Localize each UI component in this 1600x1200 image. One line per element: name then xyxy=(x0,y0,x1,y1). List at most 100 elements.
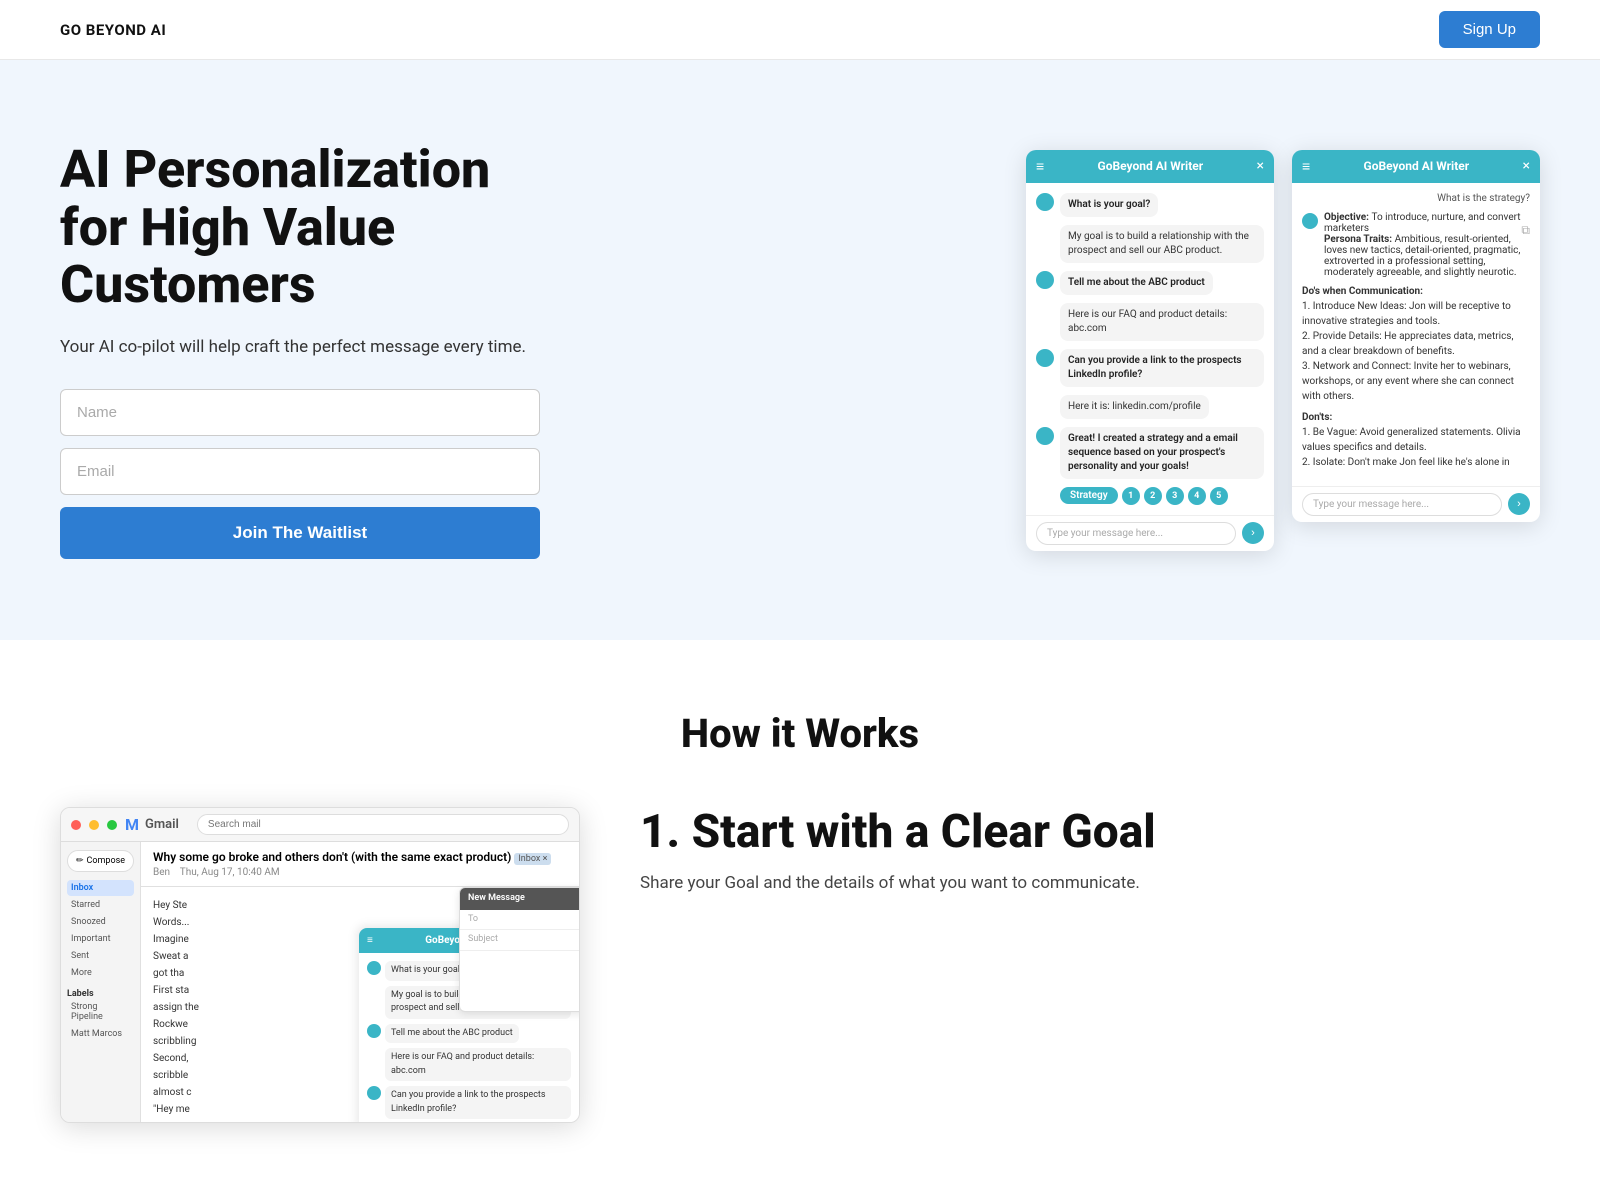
gmail-nav-sent[interactable]: Sent xyxy=(67,948,134,964)
chat-avatar-2 xyxy=(1036,271,1054,289)
chat2-obj-icon xyxy=(1302,213,1318,229)
chat-answer-2: Here is our FAQ and product details: abc… xyxy=(1060,303,1264,341)
gmail-labels-header: Labels xyxy=(67,989,134,999)
new-msg-body[interactable] xyxy=(460,951,579,1011)
chat-header-2: ≡ GoBeyond AI Writer × xyxy=(1292,150,1540,183)
close-icon-1[interactable]: × xyxy=(1257,158,1264,174)
gmail-main: Why some go broke and others don't (with… xyxy=(141,842,579,1122)
gmail-nav-snoozed[interactable]: Snoozed xyxy=(67,914,134,930)
email-input[interactable] xyxy=(60,448,540,495)
chat-bubble-q3: Can you provide a link to the prospects … xyxy=(1060,349,1264,387)
gmail-label-2[interactable]: Matt Marcos xyxy=(67,1026,134,1042)
gmail-nav-more[interactable]: More xyxy=(67,965,134,981)
hero-subtitle: Your AI co-pilot will help craft the per… xyxy=(60,335,540,361)
name-input[interactable] xyxy=(60,389,540,436)
close-icon-2[interactable]: × xyxy=(1523,158,1530,174)
new-msg-subject[interactable]: Subject xyxy=(460,930,579,951)
chat2-objective-row: Objective: To introduce, nurture, and co… xyxy=(1302,212,1530,278)
email-num-1[interactable]: 1 xyxy=(1122,487,1140,505)
chat-send-btn-2[interactable]: › xyxy=(1508,493,1530,515)
email-num-2[interactable]: 2 xyxy=(1144,487,1162,505)
gmail-email-header: Why some go broke and others don't (with… xyxy=(141,842,579,887)
overlay-bubble-3: Tell me about the ABC product xyxy=(385,1024,519,1044)
gmail-compose-btn[interactable]: ✏ Compose xyxy=(67,850,134,872)
hero-left: AI Personalization for High Value Custom… xyxy=(60,141,540,558)
chat-answer-1: My goal is to build a relationship with … xyxy=(1060,225,1264,263)
chat2-donts-section: Don'ts: 1. Be Vague: Avoid generalized s… xyxy=(1302,410,1530,470)
hero-section: AI Personalization for High Value Custom… xyxy=(0,60,1600,640)
hero-form: Join The Waitlist xyxy=(60,389,540,559)
how-screenshot: M Gmail ✏ Compose Inbox Starred Snoozed … xyxy=(60,807,580,1123)
chat-avatar-1 xyxy=(1036,193,1054,211)
gmail-label: Gmail xyxy=(145,817,179,832)
chat-msg-a3: Here it is: linkedin.com/profile xyxy=(1036,395,1264,419)
chat2-dos-section: Do's when Communication: 1. Introduce Ne… xyxy=(1302,284,1530,404)
chat-footer-2: Type your message here... › xyxy=(1292,486,1540,522)
chat-title-2: GoBeyond AI Writer xyxy=(1310,159,1522,173)
new-message-panel: New Message To Subject xyxy=(459,887,579,1012)
gmail-nav-inbox[interactable]: Inbox xyxy=(67,880,134,896)
hamburger-icon-2: ≡ xyxy=(1302,158,1310,175)
signup-button[interactable]: Sign Up xyxy=(1439,11,1540,48)
overlay-avatar-2 xyxy=(367,1024,381,1038)
window-max-dot xyxy=(107,820,117,830)
strategy-row: Strategy 1 2 3 4 5 xyxy=(1060,487,1264,505)
hero-right: ≡ GoBeyond AI Writer × What is your goal… xyxy=(600,150,1540,551)
gmail-m-icon: M xyxy=(125,815,139,834)
chat2-header-text: What is the strategy? xyxy=(1302,193,1530,204)
hamburger-icon: ≡ xyxy=(1036,158,1044,175)
gmail-email-meta: Ben Thu, Aug 17, 10:40 AM xyxy=(153,867,567,878)
chat-window-2: ≡ GoBeyond AI Writer × What is the strat… xyxy=(1292,150,1540,522)
chat-window-1: ≡ GoBeyond AI Writer × What is your goal… xyxy=(1026,150,1274,551)
overlay-hamburger-icon: ≡ xyxy=(367,933,373,948)
overlay-msg-3: Tell me about the ABC product xyxy=(367,1024,571,1044)
gmail-email-subject: Why some go broke and others don't (with… xyxy=(153,850,567,864)
gmail-inner: ✏ Compose Inbox Starred Snoozed Importan… xyxy=(61,842,579,1122)
chat-avatar-4 xyxy=(1036,427,1054,445)
window-close-dot xyxy=(71,820,81,830)
window-min-dot xyxy=(89,820,99,830)
strategy-badge[interactable]: Strategy xyxy=(1060,487,1118,504)
gmail-label-1[interactable]: Strong Pipeline xyxy=(67,999,134,1025)
email-num-4[interactable]: 4 xyxy=(1188,487,1206,505)
overlay-bubble-5: Can you provide a link to the prospects … xyxy=(385,1086,571,1119)
overlay-msg-4: Here is our FAQ and product details: abc… xyxy=(367,1048,571,1081)
overlay-bubble-4: Here is our FAQ and product details: abc… xyxy=(385,1048,571,1081)
chat-send-btn-1[interactable]: › xyxy=(1242,522,1264,544)
chat-input-2[interactable]: Type your message here... xyxy=(1302,493,1502,516)
gmail-nav-important[interactable]: Important xyxy=(67,931,134,947)
overlay-avatar-1 xyxy=(367,961,381,975)
gmail-search[interactable] xyxy=(197,814,569,835)
email-num-3[interactable]: 3 xyxy=(1166,487,1184,505)
gmail-logo: M Gmail xyxy=(125,815,179,834)
overlay-avatar-3 xyxy=(367,1086,381,1100)
new-msg-to[interactable]: To xyxy=(460,910,579,931)
chat-bubble-q4: Great! I created a strategy and a email … xyxy=(1060,427,1264,479)
how-text: 1. Start with a Clear Goal Share your Go… xyxy=(640,807,1540,897)
how-content: M Gmail ✏ Compose Inbox Starred Snoozed … xyxy=(60,807,1540,1123)
chat-footer-1: Type your message here... › xyxy=(1026,515,1274,551)
navbar: GO BEYOND AI Sign Up xyxy=(0,0,1600,60)
how-title: How it Works xyxy=(60,710,1540,757)
chat-msg-a2: Here is our FAQ and product details: abc… xyxy=(1036,303,1264,341)
gmail-nav-starred[interactable]: Starred xyxy=(67,897,134,913)
how-section: How it Works M Gmail ✏ xyxy=(0,640,1600,1193)
nav-logo: GO BEYOND AI xyxy=(60,21,166,39)
chat-bubble-q2: Tell me about the ABC product xyxy=(1060,271,1213,295)
overlay-bubble-1: What is your goal? xyxy=(385,961,470,981)
gmail-sidebar: ✏ Compose Inbox Starred Snoozed Importan… xyxy=(61,842,141,1122)
gmail-mockup: M Gmail ✏ Compose Inbox Starred Snoozed … xyxy=(60,807,580,1123)
chat-input-1[interactable]: Type your message here... xyxy=(1036,522,1236,545)
email-num-5[interactable]: 5 xyxy=(1210,487,1228,505)
gmail-email-body: Hey SteWords...ImagineSweat agot thaFirs… xyxy=(141,887,579,1122)
chat-msg-q4: Great! I created a strategy and a email … xyxy=(1036,427,1264,479)
waitlist-button[interactable]: Join The Waitlist xyxy=(60,507,540,559)
chat-header-1: ≡ GoBeyond AI Writer × xyxy=(1026,150,1274,183)
chat-title-1: GoBeyond AI Writer xyxy=(1044,159,1256,173)
copy-icon[interactable]: ⧉ xyxy=(1521,223,1530,238)
gmail-topbar: M Gmail xyxy=(61,808,579,842)
how-step-1-desc: Share your Goal and the details of what … xyxy=(640,870,1540,897)
chat-msg-q1: What is your goal? xyxy=(1036,193,1264,217)
chat-msg-a1: My goal is to build a relationship with … xyxy=(1036,225,1264,263)
chat2-objective-text: Objective: To introduce, nurture, and co… xyxy=(1324,212,1530,278)
